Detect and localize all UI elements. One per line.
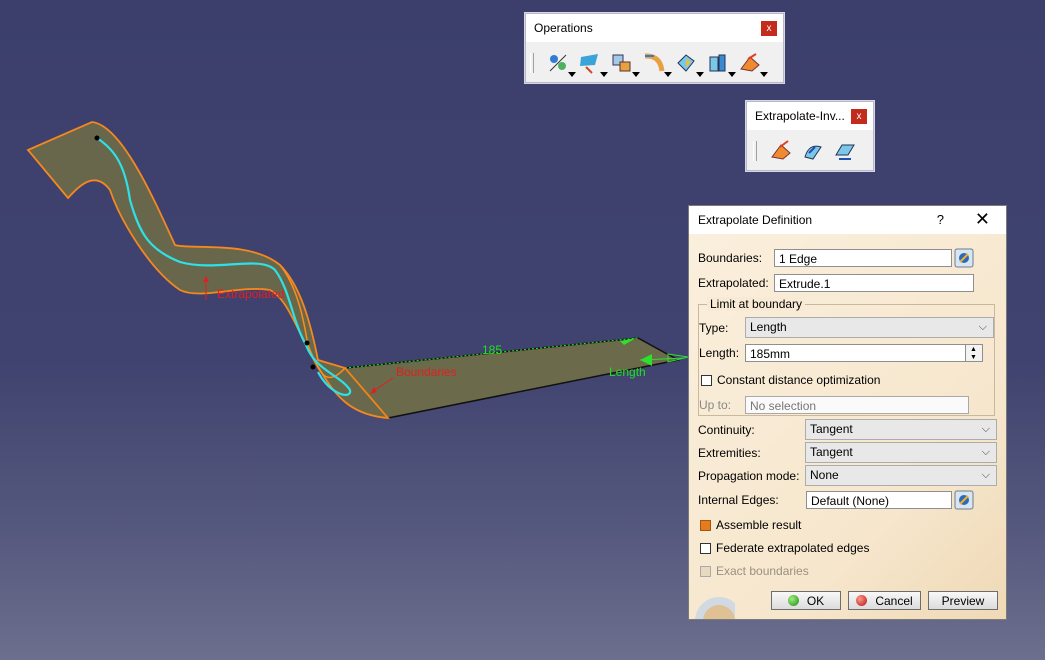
fillet-tool-button[interactable] [638,48,672,78]
ribbon-surface[interactable] [26,121,391,420]
cancel-button[interactable]: Cancel [848,591,921,610]
limit-at-boundary-group: Limit at boundary Type: Length ⌵ Length:… [698,297,995,416]
propagation-mode-label: Propagation mode: [698,468,800,483]
translate-tool-button[interactable] [670,48,704,78]
assemble-result-option[interactable]: Assemble result [700,518,801,532]
extremities-select-value: Tangent [810,445,853,459]
federate-option[interactable]: Federate extrapolated edges [700,541,869,555]
spin-up-icon[interactable]: ▲ [970,346,977,353]
near-icon [835,144,855,160]
federate-label: Federate extrapolated edges [716,541,870,555]
boundaries-field[interactable]: 1 Edge [774,249,952,267]
type-select-value: Length [750,320,787,334]
near-button[interactable] [829,136,861,166]
type-select[interactable]: Length ⌵ [745,317,994,338]
split-icon [580,54,598,74]
boundaries-label: Boundaries: [698,251,763,265]
catia-logo-icon [695,597,735,619]
dialog-titlebar[interactable]: Extrapolate Definition ? ✕ [689,206,1006,234]
spin-down-icon[interactable]: ▼ [970,354,977,361]
assemble-result-label: Assemble result [716,518,802,532]
curve-point [310,364,316,370]
type-label: Type: [699,320,729,335]
exact-boundaries-label: Exact boundaries [716,564,809,578]
extrapolate-icon [771,140,791,160]
propagation-mode-select-value: None [810,468,839,482]
constant-distance-label: Constant distance optimization [717,373,881,387]
length-label: Length: [699,346,740,360]
ribbon-edge [279,264,346,379]
extremities-select[interactable]: Tangent ⌵ [805,442,997,463]
extrapolate-inv-toolbar: Extrapolate-Inv... x [746,101,874,171]
federate-checkbox[interactable] [700,542,711,554]
operations-toolbar: Operations x [525,13,784,83]
length-label: Length [609,365,646,379]
chevron-down-icon: ⌵ [978,321,987,333]
extrapolated-label: Extrapolated [217,287,285,301]
constant-distance-checkbox[interactable] [701,374,712,386]
up-to-field[interactable]: No selection [745,396,969,414]
ok-button[interactable]: OK [771,591,841,610]
boundaries-label: Boundaries [396,365,457,379]
internal-edges-edit-list-icon[interactable] [954,490,974,510]
dimension-value-label[interactable]: 185 [482,343,502,357]
invert-orientation-button[interactable] [797,136,829,166]
dialog-title: Extrapolate Definition [698,213,813,227]
invert-orientation-icon [804,145,822,160]
curve-endpoint [94,135,100,141]
translate-icon [677,54,695,72]
dialog-close-button[interactable]: ✕ [975,209,990,230]
length-spinner[interactable]: ▲ ▼ [965,344,983,362]
continuity-select-value: Tangent [810,422,853,436]
up-to-label: Up to: [699,398,732,412]
extrapolated-label: Extrapolated: [698,276,769,290]
extrapolate-tool-button[interactable] [702,48,736,78]
extract-tool-button[interactable] [606,48,640,78]
extrapolate-button[interactable] [765,136,797,166]
cancel-button-label: Cancel [875,593,913,608]
fillet-icon [644,53,665,72]
chevron-down-icon: ⌵ [981,423,990,435]
cancel-icon [856,595,868,606]
dropdown-arrow-icon[interactable] [760,72,768,77]
exact-boundaries-checkbox[interactable] [700,565,711,577]
chevron-down-icon: ⌵ [981,446,990,458]
limit-at-boundary-title: Limit at boundary [707,297,806,311]
invert-icon [740,53,760,72]
continuity-label: Continuity: [698,422,755,437]
extrapolate-inv-toolbar-titlebar[interactable]: Extrapolate-Inv... x [747,102,873,130]
constant-distance-option[interactable]: Constant distance optimization [701,373,880,387]
extremities-label: Extremities: [698,445,761,460]
extrapolated-field[interactable]: Extrude.1 [774,274,974,292]
operations-toolbar-titlebar[interactable]: Operations x [526,14,783,42]
preview-button[interactable]: Preview [928,591,998,610]
internal-edges-field[interactable]: Default (None) [806,491,952,509]
length-field[interactable]: 185mm [745,344,966,362]
exact-boundaries-option[interactable]: Exact boundaries [700,564,809,578]
boundaries-edit-list-icon[interactable] [954,248,974,268]
curve-point [304,340,310,346]
extrapolate-inv-toolbar-close-button[interactable]: x [851,109,867,124]
chevron-down-icon: ⌵ [981,469,990,481]
toolbar-grip[interactable] [530,53,534,73]
propagation-mode-select[interactable]: None ⌵ [805,465,997,486]
extrapolate-icon [709,54,726,72]
operations-toolbar-close-button[interactable]: x [761,21,777,36]
extrapolate-definition-dialog: Extrapolate Definition ? ✕ Boundaries: 1… [688,205,1007,620]
operations-toolbar-title: Operations [534,21,593,35]
join-tool-button[interactable] [542,48,576,78]
internal-edges-label: Internal Edges: [698,493,779,507]
ok-icon [787,595,799,606]
assemble-result-checkbox[interactable] [700,519,711,531]
ok-button-label: OK [806,593,825,608]
help-button[interactable]: ? [937,212,944,227]
extract-icon [612,54,631,72]
extrapolate-inv-toolbar-title: Extrapolate-Inv... [755,109,845,123]
toolbar-grip[interactable] [753,141,757,161]
continuity-select[interactable]: Tangent ⌵ [805,419,997,440]
invert-tool-button[interactable] [734,48,768,78]
split-tool-button[interactable] [574,48,608,78]
preview-button-label: Preview [941,593,985,608]
join-icon [549,54,567,72]
